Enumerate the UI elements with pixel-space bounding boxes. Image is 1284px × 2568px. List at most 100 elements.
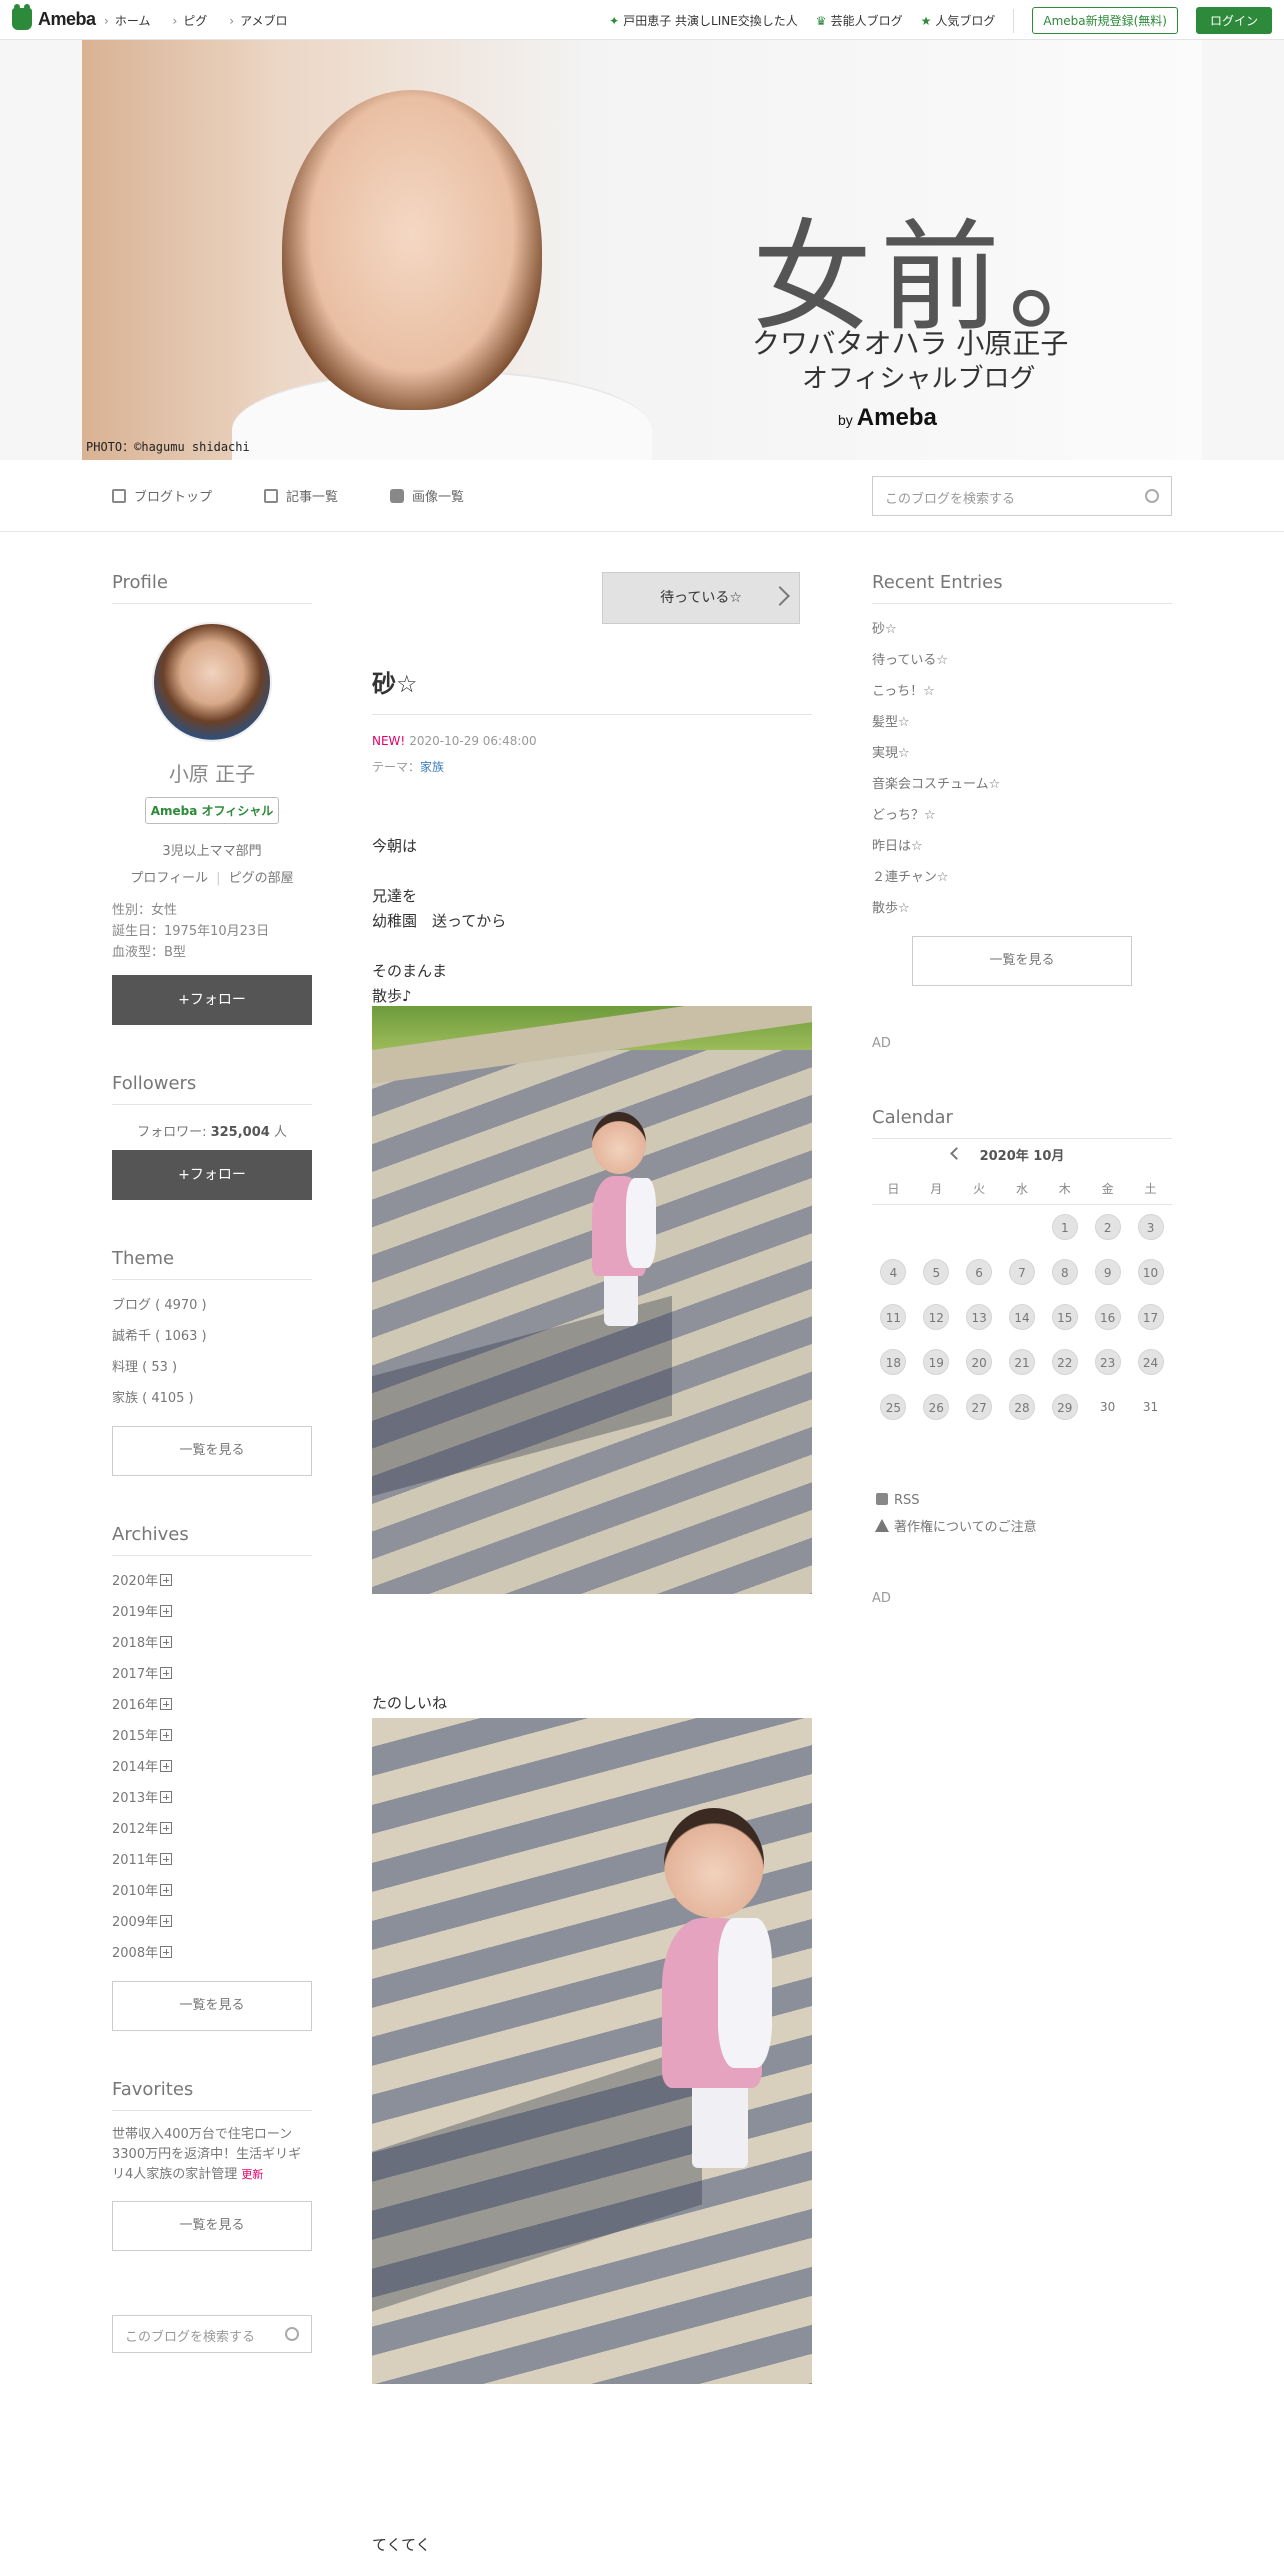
calendar-day[interactable]: 5: [923, 1258, 950, 1285]
favorites-more-button[interactable]: 一覧を見る: [112, 2201, 312, 2251]
expand-icon[interactable]: [160, 1822, 173, 1834]
expand-icon[interactable]: [160, 1884, 173, 1896]
archive-item[interactable]: 2016年: [112, 1690, 312, 1721]
calendar-day[interactable]: 14: [1008, 1303, 1035, 1330]
expand-icon[interactable]: [160, 1698, 173, 1710]
calendar-day[interactable]: 3: [1137, 1213, 1164, 1240]
expand-icon[interactable]: [160, 1915, 173, 1927]
chevron-left-icon[interactable]: [950, 1147, 963, 1160]
recent-more-button[interactable]: 一覧を見る: [912, 936, 1132, 986]
expand-icon[interactable]: [160, 1760, 173, 1772]
theme-more-button[interactable]: 一覧を見る: [112, 1426, 312, 1476]
calendar-day[interactable]: 19: [923, 1348, 950, 1375]
archive-item[interactable]: 2014年: [112, 1752, 312, 1783]
sidebar-search-input[interactable]: このブログを検索する: [112, 2315, 312, 2353]
expand-icon[interactable]: [160, 1853, 173, 1865]
archives-more-button[interactable]: 一覧を見る: [112, 1981, 312, 2031]
register-button[interactable]: Ameba新規登録(無料): [1032, 7, 1178, 34]
recent-entry-link[interactable]: 髪型☆: [872, 707, 1172, 738]
expand-icon[interactable]: [160, 1791, 173, 1803]
calendar-day[interactable]: 12: [923, 1303, 950, 1330]
calendar-day[interactable]: 23: [1094, 1348, 1121, 1375]
archive-item[interactable]: 2011年: [112, 1845, 312, 1876]
theme-item[interactable]: 誠希千 ( 1063 ): [112, 1321, 312, 1352]
nav-home-link[interactable]: ホーム: [104, 12, 151, 29]
archive-item[interactable]: 2020年: [112, 1566, 312, 1597]
calendar-day[interactable]: 4: [880, 1258, 907, 1285]
calendar-day[interactable]: 16: [1094, 1303, 1121, 1330]
profile-link[interactable]: プロフィール: [130, 871, 208, 886]
calendar-day[interactable]: 29: [1051, 1393, 1078, 1420]
blog-header-banner[interactable]: 女前。 クワバタオハラ 小原正子 オフィシャルブログ by Ameba PHOTO…: [0, 40, 1284, 460]
post-theme-link[interactable]: 家族: [420, 760, 444, 774]
follow-button-followers[interactable]: +フォロー: [112, 1150, 312, 1200]
calendar-day[interactable]: 2: [1094, 1213, 1121, 1240]
recent-entry-link[interactable]: ２連チャン☆: [872, 862, 1172, 893]
calendar-day[interactable]: 10: [1137, 1258, 1164, 1285]
post-photo[interactable]: [372, 1006, 812, 1594]
calendar-day[interactable]: 8: [1051, 1258, 1078, 1285]
tab-blog-top[interactable]: ブログトップ: [112, 486, 212, 505]
calendar-day[interactable]: 21: [1008, 1348, 1035, 1375]
calendar-day[interactable]: 18: [880, 1348, 907, 1375]
archive-item[interactable]: 2013年: [112, 1783, 312, 1814]
archive-item[interactable]: 2017年: [112, 1659, 312, 1690]
calendar-day[interactable]: 24: [1137, 1348, 1164, 1375]
theme-item[interactable]: 家族 ( 4105 ): [112, 1383, 312, 1414]
post-title[interactable]: 砂☆: [372, 664, 418, 699]
archive-item[interactable]: 2019年: [112, 1597, 312, 1628]
expand-icon[interactable]: [160, 1946, 173, 1958]
calendar-day[interactable]: 7: [1008, 1258, 1035, 1285]
archive-item[interactable]: 2015年: [112, 1721, 312, 1752]
calendar-day[interactable]: 11: [880, 1303, 907, 1330]
theme-item[interactable]: 料理 ( 53 ): [112, 1352, 312, 1383]
expand-icon[interactable]: [160, 1605, 173, 1617]
nav-pigg-link[interactable]: ピグ: [172, 12, 207, 29]
next-entry-button[interactable]: 待っている☆: [602, 572, 800, 624]
archive-item[interactable]: 2009年: [112, 1907, 312, 1938]
archive-item[interactable]: 2008年: [112, 1938, 312, 1969]
blog-search-input[interactable]: このブログを検索する: [872, 476, 1172, 516]
favorite-item[interactable]: 世帯収入400万台で住宅ローン3300万円を返済中！生活ギリギリ4人家族の家計管…: [112, 2125, 312, 2185]
calendar-day[interactable]: 6: [966, 1258, 993, 1285]
follow-button[interactable]: +フォロー: [112, 975, 312, 1025]
recent-entry-link[interactable]: どっち？☆: [872, 800, 1172, 831]
post-photo[interactable]: [372, 1718, 812, 2384]
ameba-logo[interactable]: Ameba: [12, 4, 96, 30]
expand-icon[interactable]: [160, 1636, 173, 1648]
expand-icon[interactable]: [160, 1667, 173, 1679]
calendar-day[interactable]: 13: [966, 1303, 993, 1330]
follower-count[interactable]: フォロワー: 325,004 人: [112, 1121, 312, 1140]
calendar-day[interactable]: 1: [1051, 1213, 1078, 1240]
calendar-day[interactable]: 15: [1051, 1303, 1078, 1330]
calendar-day[interactable]: 25: [880, 1393, 907, 1420]
recent-entry-link[interactable]: 待っている☆: [872, 645, 1172, 676]
calendar-day[interactable]: 17: [1137, 1303, 1164, 1330]
recent-entry-link[interactable]: 音楽会コスチューム☆: [872, 769, 1172, 800]
calendar-day[interactable]: 28: [1008, 1393, 1035, 1420]
rss-link[interactable]: RSS: [872, 1487, 1172, 1514]
tab-entry-list[interactable]: 記事一覧: [264, 486, 338, 505]
copyright-notice-link[interactable]: 著作権についてのご注意: [872, 1514, 1172, 1541]
calendar-day[interactable]: 9: [1094, 1258, 1121, 1285]
archive-item[interactable]: 2010年: [112, 1876, 312, 1907]
profile-name[interactable]: 小原 正子: [112, 758, 312, 787]
calendar-day[interactable]: 27: [966, 1393, 993, 1420]
theme-item[interactable]: ブログ ( 4970 ): [112, 1290, 312, 1321]
recent-entry-link[interactable]: こっち！☆: [872, 676, 1172, 707]
archive-item[interactable]: 2018年: [112, 1628, 312, 1659]
expand-icon[interactable]: [160, 1729, 173, 1741]
recent-entry-link[interactable]: 砂☆: [872, 614, 1172, 645]
popular-blog-link[interactable]: ★ 人気ブログ: [921, 12, 996, 29]
calendar-day[interactable]: 20: [966, 1348, 993, 1375]
tab-image-list[interactable]: 画像一覧: [390, 486, 464, 505]
search-icon[interactable]: [1145, 489, 1159, 503]
avatar[interactable]: [152, 622, 272, 742]
expand-icon[interactable]: [160, 1574, 173, 1586]
login-button[interactable]: ログイン: [1195, 7, 1272, 34]
calendar-day[interactable]: 22: [1051, 1348, 1078, 1375]
celebrity-blog-link[interactable]: ♛ 芸能人ブログ: [816, 12, 903, 29]
calendar-day[interactable]: 26: [923, 1393, 950, 1420]
search-icon[interactable]: [285, 2327, 299, 2341]
recent-entry-link[interactable]: 実現☆: [872, 738, 1172, 769]
